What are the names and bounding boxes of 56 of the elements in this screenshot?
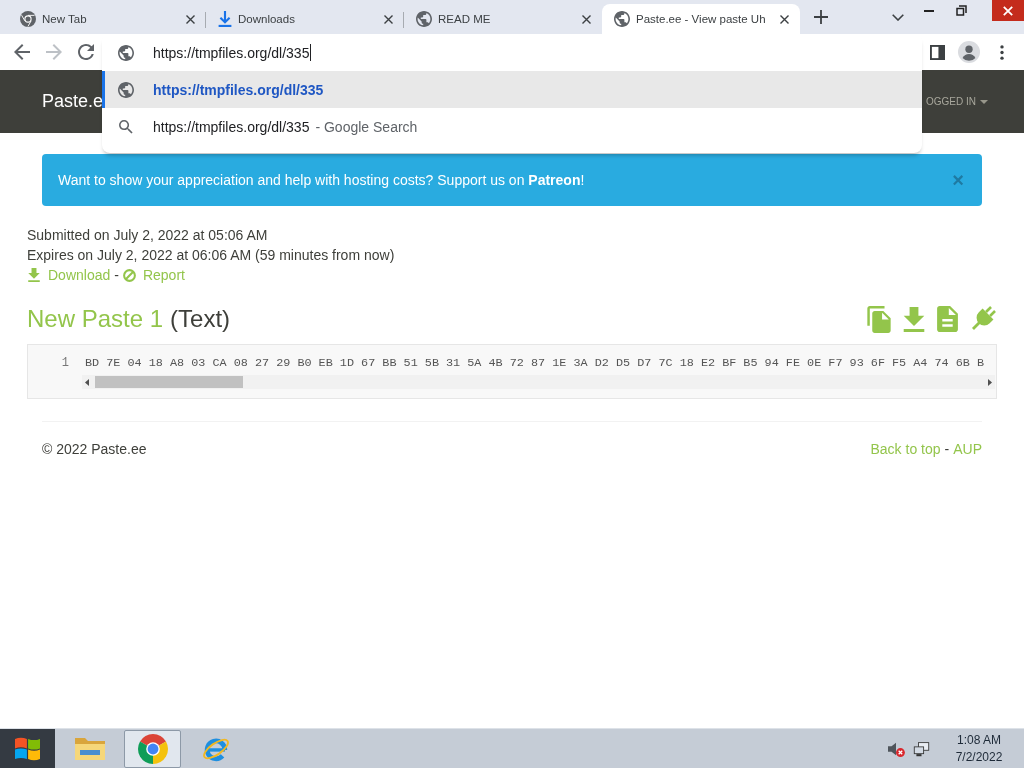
globe-icon — [118, 81, 134, 98]
horizontal-scrollbar[interactable] — [82, 375, 995, 389]
browser-tab[interactable]: Paste.ee - View paste Uh — [602, 4, 800, 34]
globe-icon — [118, 44, 134, 61]
network-icon[interactable] — [913, 740, 930, 757]
close-icon[interactable] — [780, 14, 789, 24]
paste-format: (Text) — [170, 305, 231, 333]
reload-icon[interactable] — [78, 44, 94, 60]
search-icon — [119, 119, 133, 134]
windows-logo-icon — [15, 736, 40, 761]
close-icon[interactable] — [186, 14, 195, 24]
clock-time: 1:08 AM — [956, 731, 1002, 749]
globe-icon — [416, 11, 432, 27]
address-field[interactable]: https://tmpfiles.org/dl/335 — [153, 41, 312, 64]
copyright-text: © 2022 Paste.ee — [42, 440, 147, 459]
right-arrow-icon[interactable] — [988, 378, 992, 386]
suggestion-item[interactable]: https://tmpfiles.org/dl/335 — [102, 71, 922, 108]
browser-tab[interactable]: New Tab — [8, 4, 206, 34]
globe-icon — [614, 11, 630, 27]
minimize-icon[interactable] — [924, 9, 934, 12]
paste-title: New Paste 1 — [27, 305, 164, 333]
download-icon — [27, 268, 41, 282]
profile-avatar-icon[interactable] — [958, 41, 980, 63]
scrollbar-thumb[interactable] — [95, 376, 243, 388]
link-separator: - — [944, 440, 950, 459]
ban-icon — [122, 268, 136, 282]
line-number: 1 — [60, 356, 69, 370]
caret-icon — [980, 99, 988, 104]
clock-date: 7/2/2022 — [954, 748, 1004, 766]
side-panel-icon[interactable] — [930, 44, 945, 60]
plus-icon[interactable] — [814, 10, 828, 24]
taskbar-app[interactable] — [124, 729, 181, 768]
muted-speaker-icon[interactable] — [887, 740, 905, 757]
user-menu[interactable]: OGGED IN — [926, 96, 988, 107]
start-button[interactable] — [0, 728, 55, 768]
submitted-date: Submitted on July 2, 2022 at 05:06 AM — [27, 226, 269, 245]
suggestion-item[interactable]: https://tmpfiles.org/dl/335 - Google Search — [102, 108, 922, 145]
link-separator: - — [114, 266, 119, 285]
site-brand[interactable]: Paste.e — [42, 91, 104, 112]
chevron-down-icon[interactable] — [892, 13, 904, 21]
back-icon[interactable] — [14, 44, 30, 60]
expiry-date: Expires on July 2, 2022 at 06:06 AM (59 minutes from now) — [27, 246, 396, 265]
folder-icon — [74, 736, 105, 761]
browser-logo-icon — [20, 11, 36, 27]
menu-icon[interactable] — [1000, 44, 1004, 60]
browser-tab[interactable]: READ ME — [404, 4, 602, 34]
close-icon[interactable] — [384, 14, 393, 24]
alert-message: Want to show your appreciation and help with hosting costs? Support us on Patreon! — [58, 172, 585, 188]
left-arrow-icon[interactable] — [85, 378, 89, 386]
close-icon[interactable] — [582, 14, 591, 24]
code-line: BD 7E 04 18 A8 03 CA 08 27 29 B0 EB 1D 67 BB 51 5B 31 5A 4B 72 87 1E 3A D2 D5 D7 7C 18 E2 BF B5 94 FE 0E F7 93 6F F5 A4 74 6B B — [85, 356, 985, 370]
browser-tab[interactable]: Downloads — [206, 4, 404, 34]
close-window-button[interactable] — [992, 0, 1024, 21]
download-icon — [218, 11, 232, 27]
restore-icon[interactable] — [955, 5, 967, 16]
browser-logo-icon — [137, 733, 168, 764]
